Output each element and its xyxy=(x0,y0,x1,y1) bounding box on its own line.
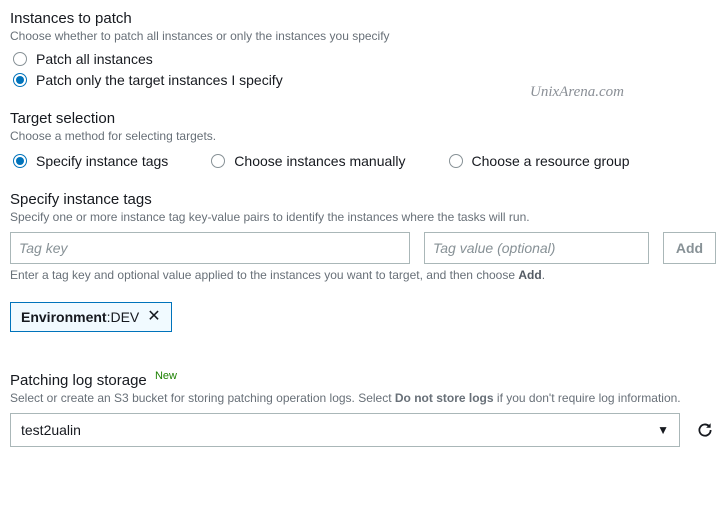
instances-to-patch-section: Instances to patch Choose whether to pat… xyxy=(10,10,716,88)
section-desc: Choose a method for selecting targets. xyxy=(10,129,716,143)
radio-icon xyxy=(13,154,27,168)
tag-helper-text: Enter a tag key and optional value appli… xyxy=(10,268,716,282)
select-value: test2ualin xyxy=(21,422,81,438)
refresh-button[interactable] xyxy=(694,419,716,441)
section-title: Specify instance tags xyxy=(10,191,716,208)
radio-label: Specify instance tags xyxy=(33,153,168,169)
new-badge: New xyxy=(155,370,177,382)
section-desc: Choose whether to patch all instances or… xyxy=(10,29,716,43)
section-title: Instances to patch xyxy=(10,10,716,27)
section-title: Target selection xyxy=(10,110,716,127)
radio-label: Patch all instances xyxy=(33,51,153,67)
section-desc: Specify one or more instance tag key-val… xyxy=(10,210,716,224)
section-desc: Select or create an S3 bucket for storin… xyxy=(10,391,716,405)
radio-patch-all[interactable]: Patch all instances xyxy=(10,51,716,67)
chevron-down-icon: ▼ xyxy=(657,423,669,437)
radio-label: Choose instances manually xyxy=(231,153,405,169)
remove-tag-icon[interactable]: ✕ xyxy=(147,310,160,324)
radio-label: Patch only the target instances I specif… xyxy=(33,72,283,88)
target-selection-section: Target selection Choose a method for sel… xyxy=(10,110,716,169)
radio-choose-manually[interactable]: Choose instances manually xyxy=(208,153,405,169)
patching-log-storage-section: Patching log storage New Select or creat… xyxy=(10,370,716,447)
radio-icon xyxy=(13,52,27,66)
radio-resource-group[interactable]: Choose a resource group xyxy=(446,153,630,169)
section-title: Patching log storage New xyxy=(10,370,716,389)
specify-instance-tags-section: Specify instance tags Specify one or mor… xyxy=(10,191,716,332)
tag-chip-value: DEV xyxy=(110,309,139,325)
add-tag-button[interactable]: Add xyxy=(663,232,716,264)
refresh-icon xyxy=(696,421,714,439)
tag-chip-key: Environment xyxy=(21,309,107,325)
radio-specify-tags[interactable]: Specify instance tags xyxy=(10,153,168,169)
radio-label: Choose a resource group xyxy=(469,153,630,169)
tag-chip-environment: Environment : DEV ✕ xyxy=(10,302,172,332)
radio-icon xyxy=(211,154,225,168)
tag-key-input[interactable] xyxy=(10,232,410,264)
watermark-text: UnixArena.com xyxy=(530,84,624,101)
tag-value-input[interactable] xyxy=(424,232,649,264)
radio-icon xyxy=(13,73,27,87)
radio-icon xyxy=(449,154,463,168)
s3-bucket-select[interactable]: test2ualin ▼ xyxy=(10,413,680,447)
